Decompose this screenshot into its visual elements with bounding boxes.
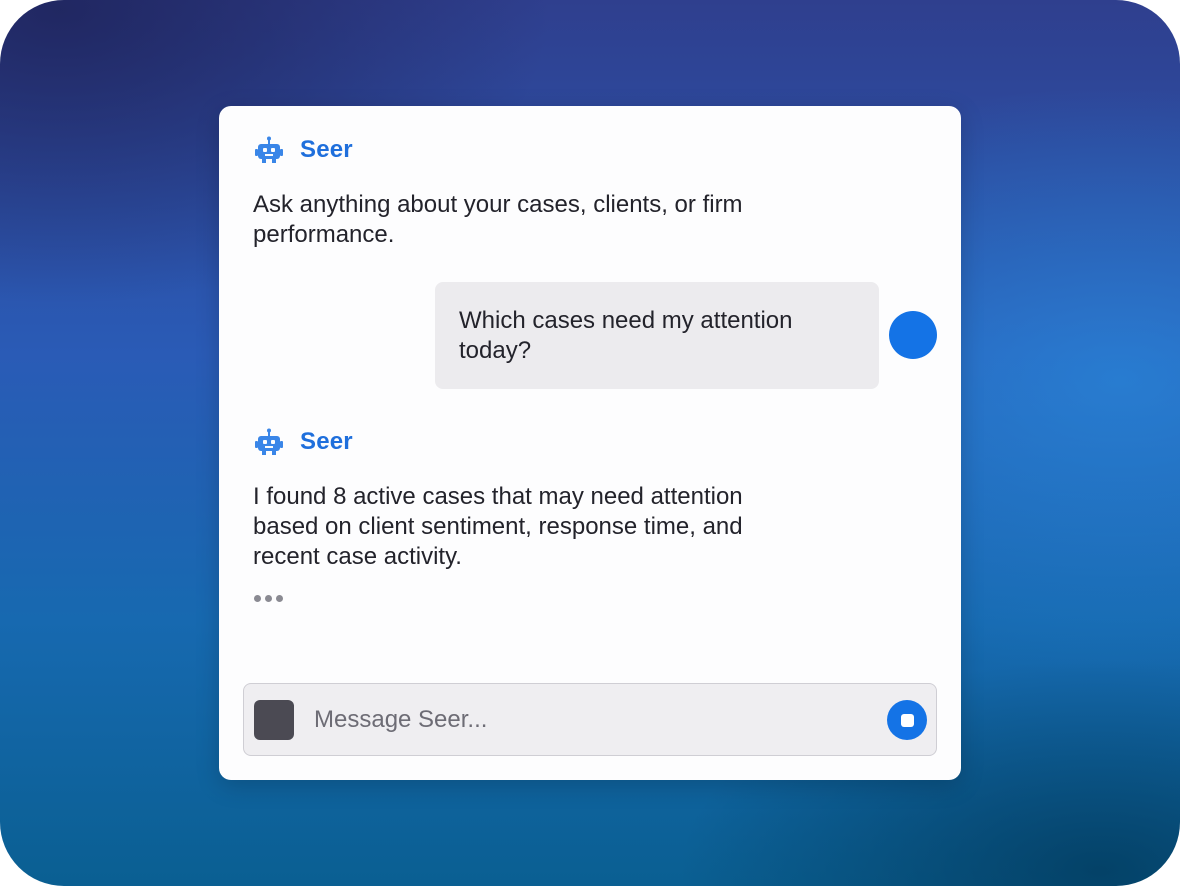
attachment-button[interactable] — [254, 700, 294, 740]
assistant-header: Seer — [254, 135, 353, 165]
assistant-name: Seer — [300, 136, 353, 163]
stop-icon — [900, 713, 914, 727]
robot-icon — [255, 428, 283, 455]
message-input[interactable] — [314, 702, 874, 738]
robot-icon — [255, 136, 283, 163]
assistant-message: Ask anything about your cases, clients, … — [253, 191, 743, 248]
user-avatar — [889, 311, 937, 359]
chat-panel: Seer Ask anything about your cases, clie… — [219, 106, 961, 780]
typing-dot — [254, 595, 261, 602]
stop-button[interactable] — [887, 700, 927, 740]
assistant-header: Seer — [254, 427, 353, 457]
user-message: Which cases need my attention today? — [435, 282, 879, 389]
typing-dot — [276, 595, 283, 602]
message-composer — [243, 683, 937, 756]
typing-dot — [265, 595, 272, 602]
assistant-message: I found 8 active cases that may need att… — [253, 483, 743, 570]
assistant-name: Seer — [300, 428, 353, 455]
typing-indicator — [254, 595, 283, 602]
